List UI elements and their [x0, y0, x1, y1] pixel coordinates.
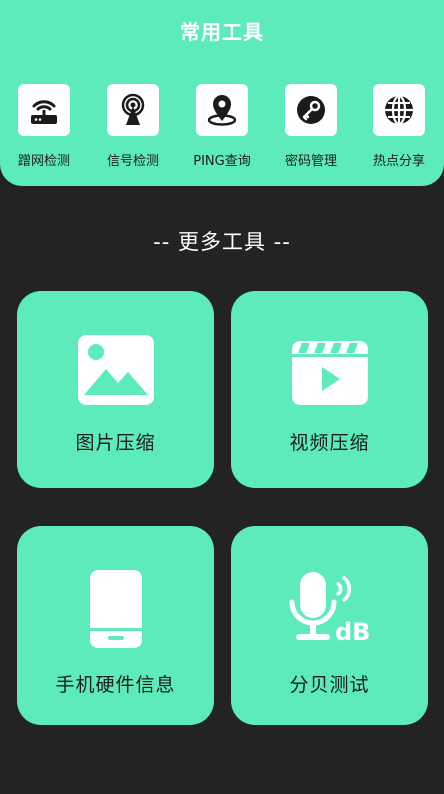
- more-tools-heading: -- 更多工具 --: [153, 230, 291, 254]
- tool-label: 信号检测: [106, 154, 159, 169]
- common-tools-panel: 常用工具 蹭网检测 信号检测 PING查询 密码管理 热点分享: [0, 0, 444, 186]
- tool-label: 热点分享: [372, 154, 425, 169]
- phone-hardware-label: 手机硬件信息: [55, 674, 176, 696]
- tool-password-manage[interactable]: 密码管理: [267, 84, 355, 169]
- phone-hardware-card[interactable]: 手机硬件信息: [17, 526, 214, 725]
- image-compress-card[interactable]: 图片压缩: [17, 291, 214, 488]
- map-pin-icon: [196, 84, 248, 136]
- image-icon: [77, 335, 154, 409]
- video-icon: [291, 341, 368, 409]
- tool-wifi-check[interactable]: 蹭网检测: [0, 84, 88, 169]
- decibel-test-label: 分贝测试: [289, 674, 370, 696]
- image-compress-label: 图片压缩: [75, 432, 156, 454]
- router-icon: [18, 84, 70, 136]
- db-text: dB: [335, 618, 370, 646]
- common-tools-title: 常用工具: [180, 20, 264, 44]
- microphone-db-icon: dB: [288, 570, 372, 650]
- tool-label: 蹭网检测: [17, 154, 70, 169]
- video-compress-card[interactable]: 视频压缩: [231, 291, 428, 488]
- tool-label: PING查询: [193, 154, 251, 169]
- tool-row: 蹭网检测 信号检测 PING查询 密码管理 热点分享: [0, 84, 444, 174]
- tool-signal-check[interactable]: 信号检测: [89, 84, 177, 169]
- tool-label: 密码管理: [284, 154, 337, 169]
- tool-ping-query[interactable]: PING查询: [178, 84, 266, 169]
- globe-icon: [373, 84, 425, 136]
- video-compress-label: 视频压缩: [289, 432, 370, 454]
- tool-hotspot-share[interactable]: 热点分享: [355, 84, 443, 169]
- key-icon: [285, 84, 337, 136]
- decibel-test-card[interactable]: dB 分贝测试: [231, 526, 428, 725]
- phone-icon: [89, 570, 142, 652]
- signal-tower-icon: [107, 84, 159, 136]
